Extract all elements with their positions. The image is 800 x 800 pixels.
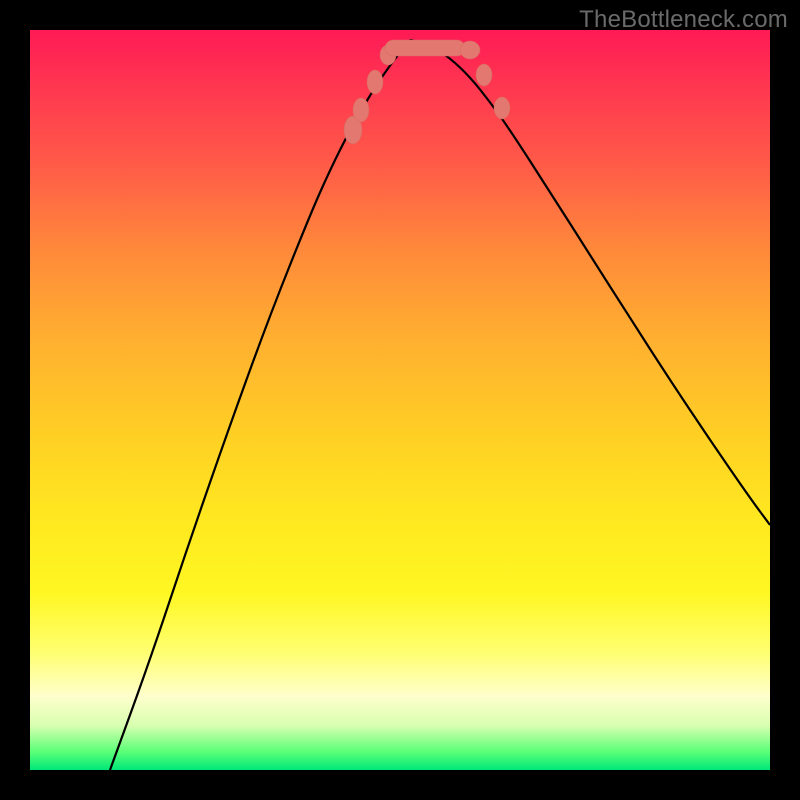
data-point-marker bbox=[367, 70, 383, 94]
data-point-marker bbox=[353, 98, 369, 122]
data-point-marker bbox=[385, 40, 465, 56]
data-point-marker bbox=[476, 64, 492, 86]
data-point-markers bbox=[344, 40, 510, 144]
watermark-text: TheBottleneck.com bbox=[579, 6, 788, 34]
data-point-marker bbox=[494, 97, 510, 119]
curve-left bbox=[110, 40, 410, 770]
data-point-marker bbox=[460, 41, 480, 59]
chart-plot-area bbox=[30, 30, 770, 770]
curve-right bbox=[410, 40, 770, 525]
chart-svg bbox=[30, 30, 770, 770]
